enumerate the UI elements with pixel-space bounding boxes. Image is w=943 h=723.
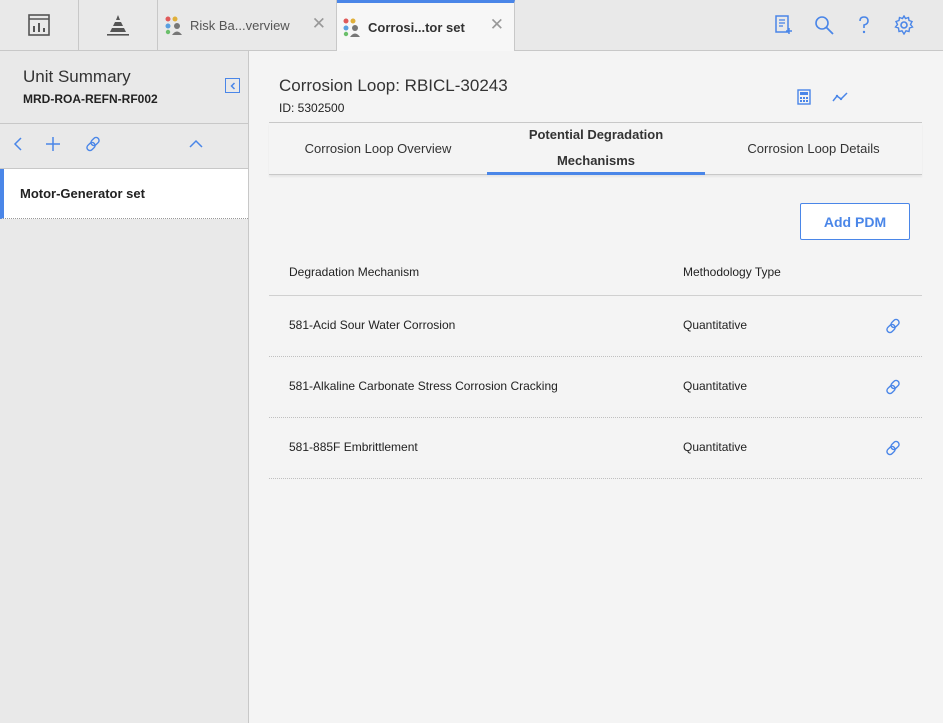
tab-label: Corrosi...tor set [368, 19, 465, 35]
close-icon[interactable]: ✕ [490, 15, 504, 35]
search-icon [815, 16, 834, 35]
chevron-left-icon [13, 137, 22, 151]
document-add-icon [775, 15, 792, 34]
tab-risk-based-overview[interactable]: Risk Ba...verview ✕ [159, 0, 337, 50]
chevron-left-icon [229, 81, 235, 90]
tab-label: Corrosion Loop Overview [304, 141, 452, 156]
trend-button[interactable] [831, 88, 849, 106]
sidebar-title: Unit Summary [23, 67, 131, 86]
tab-label: Risk Ba...verview [190, 17, 290, 33]
calculator-icon [797, 89, 811, 105]
page-header: Corrosion Loop: RBICL-30243 ID: 5302500 [269, 51, 922, 123]
sidebar-header: Unit Summary MRD-ROA-REFN-RF002 [0, 51, 248, 124]
column-header-degradation-mechanism[interactable]: Degradation Mechanism [289, 265, 419, 279]
sidebar: Unit Summary MRD-ROA-REFN-RF002 Motor-Ge… [0, 51, 249, 723]
close-icon[interactable]: ✕ [312, 14, 326, 34]
dashboard-icon [28, 14, 50, 36]
tab-label: Potential Degradation Mechanisms [528, 126, 664, 168]
sidebar-subtitle: MRD-ROA-REFN-RF002 [23, 92, 158, 106]
team-icon [343, 18, 360, 37]
page-title: Corrosion Loop: RBICL-30243 [279, 76, 508, 95]
settings-button[interactable] [889, 10, 919, 40]
help-button[interactable] [849, 10, 879, 40]
link-icon [886, 318, 900, 334]
link-icon [86, 136, 100, 152]
dashboard-button[interactable] [0, 0, 79, 50]
content-tabs: Corrosion Loop Overview Potential Degrad… [269, 123, 922, 175]
link-icon [886, 440, 900, 456]
team-icon [165, 16, 182, 35]
collapse-sidebar-button[interactable] [225, 78, 240, 93]
add-pdm-button[interactable]: Add PDM [800, 203, 910, 240]
mechanism-cell: 581-Alkaline Carbonate Stress Corrosion … [289, 379, 558, 393]
table-header: Degradation Mechanism Methodology Type [269, 246, 922, 296]
help-icon [859, 16, 869, 34]
link-button[interactable] [884, 439, 902, 457]
tab-label: Corrosion Loop Details [747, 141, 880, 156]
record-id: ID: 5302500 [279, 101, 345, 115]
sidebar-toolbar [0, 124, 248, 169]
top-bar: Risk Ba...verview ✕ Corrosi...tor set ✕ [0, 0, 943, 51]
trend-line-icon [832, 92, 848, 102]
methodology-cell: Quantitative [683, 379, 748, 393]
tab-corrosion-loop[interactable]: Corrosi...tor set ✕ [337, 0, 515, 51]
link-button[interactable] [884, 378, 902, 396]
plus-icon [46, 137, 60, 151]
pyramid-icon [107, 15, 129, 36]
link-icon [886, 379, 900, 395]
add-button[interactable] [43, 134, 63, 154]
methodology-cell: Quantitative [683, 440, 748, 454]
link-button[interactable] [884, 317, 902, 335]
new-record-button[interactable] [768, 10, 798, 40]
table-row[interactable]: 581-Alkaline Carbonate Stress Corrosion … [269, 357, 922, 418]
table-row[interactable]: 581-885F Embrittlement Quantitative [269, 418, 922, 479]
tab-corrosion-loop-overview[interactable]: Corrosion Loop Overview [269, 123, 487, 175]
calculator-button[interactable] [795, 88, 813, 106]
tab-corrosion-loop-details[interactable]: Corrosion Loop Details [705, 123, 922, 175]
search-button[interactable] [809, 10, 839, 40]
mechanism-cell: 581-885F Embrittlement [289, 440, 418, 454]
column-header-methodology-type[interactable]: Methodology Type [683, 265, 781, 279]
chevron-up-icon [189, 139, 203, 148]
tab-potential-degradation-mechanisms[interactable]: Potential Degradation Mechanisms [487, 123, 705, 175]
methodology-cell: Quantitative [683, 318, 748, 332]
pyramid-button[interactable] [79, 0, 158, 50]
sidebar-item-motor-generator-set[interactable]: Motor-Generator set [0, 169, 248, 219]
table-row[interactable]: 581-Acid Sour Water Corrosion Quantitati… [269, 296, 922, 357]
link-button[interactable] [83, 134, 103, 154]
main-panel: Corrosion Loop: RBICL-30243 ID: 5302500 [249, 51, 943, 723]
mechanism-cell: 581-Acid Sour Water Corrosion [289, 318, 456, 332]
pdm-table: Degradation Mechanism Methodology Type 5… [269, 246, 922, 479]
collapse-up-button[interactable] [186, 134, 206, 154]
gear-icon [894, 15, 914, 35]
back-button[interactable] [8, 134, 28, 154]
